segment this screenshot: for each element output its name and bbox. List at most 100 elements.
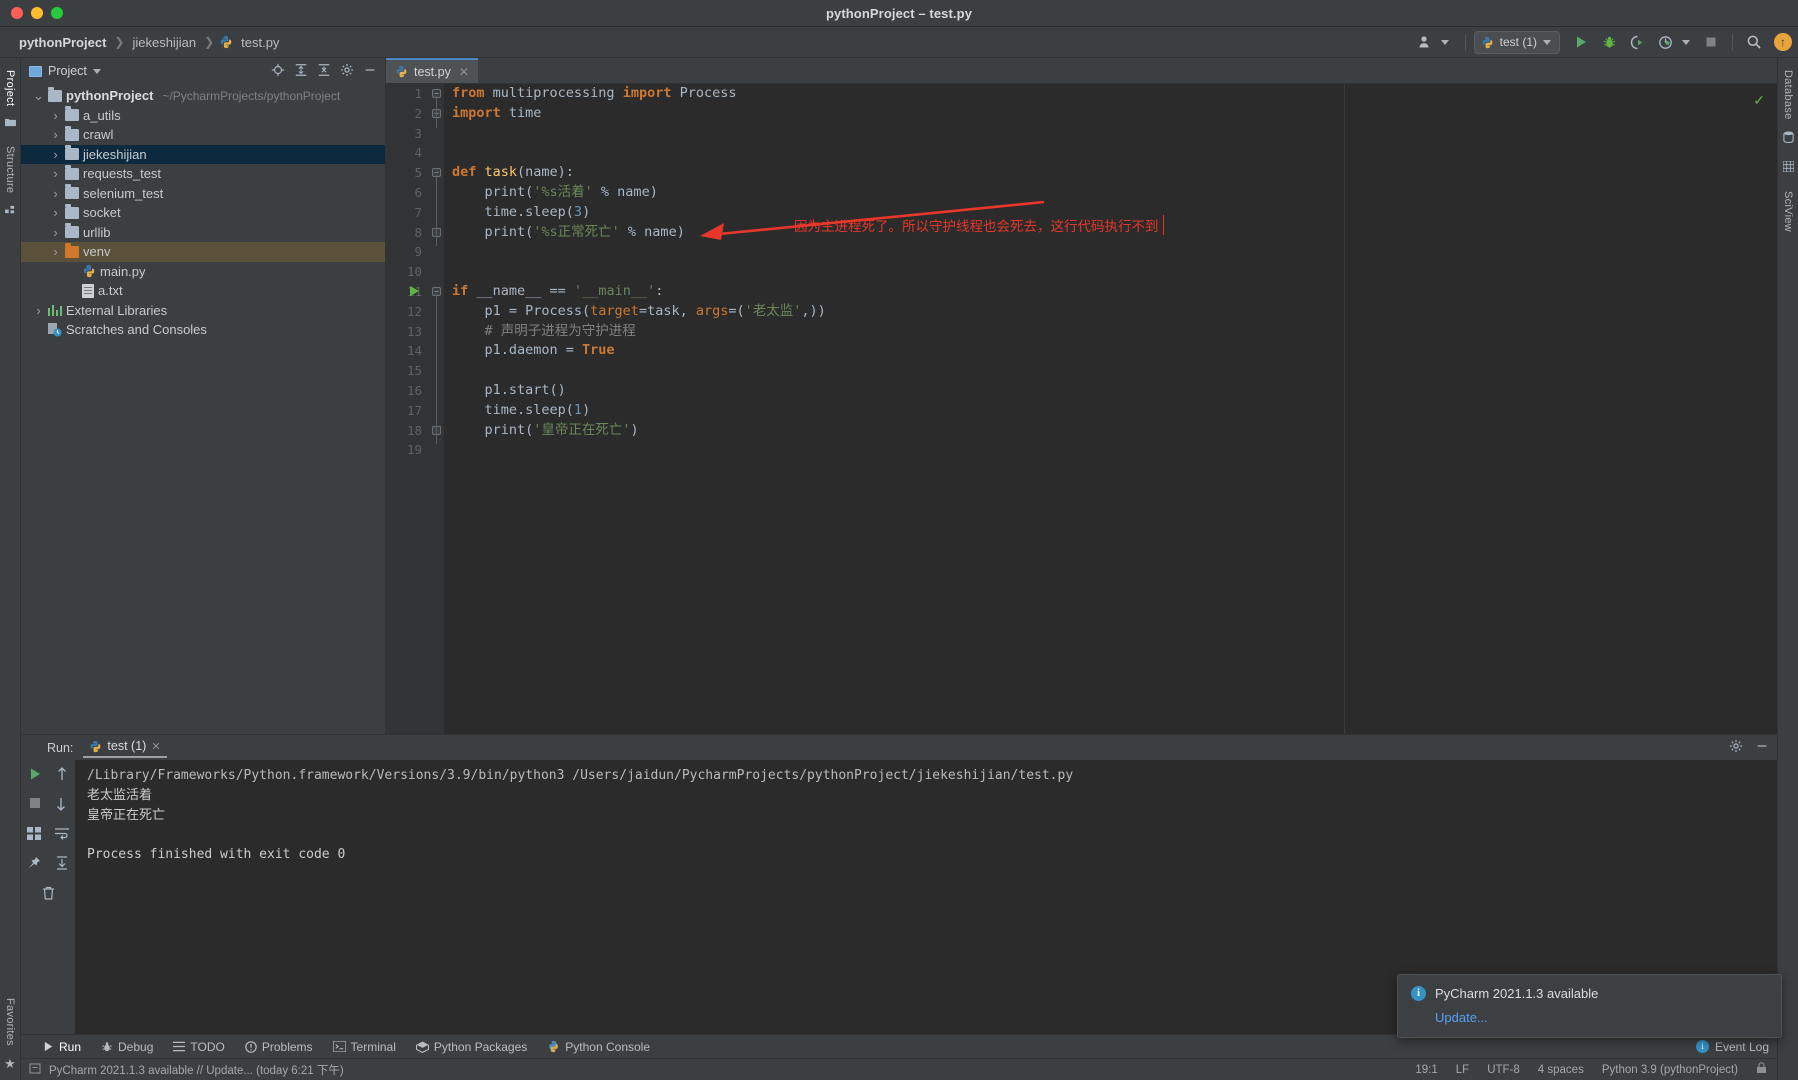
bottom-tab-python-console[interactable]: Python Console bbox=[547, 1040, 650, 1054]
status-caret-position[interactable]: 19:1 bbox=[1415, 1064, 1437, 1076]
hide-panel-icon[interactable] bbox=[363, 63, 377, 79]
bottom-tab-python-packages[interactable]: Python Packages bbox=[416, 1040, 527, 1054]
breadcrumb-project[interactable]: pythonProject bbox=[16, 34, 109, 51]
run-with-coverage-icon[interactable] bbox=[1624, 30, 1650, 54]
code-line[interactable] bbox=[452, 124, 1777, 144]
rail-tab-project[interactable]: Project bbox=[2, 64, 18, 112]
tree-item-venv[interactable]: ›venv bbox=[21, 242, 385, 262]
code-line[interactable]: time.sleep(1) bbox=[452, 401, 1777, 421]
scroll-to-end-icon[interactable] bbox=[55, 856, 69, 872]
locate-icon[interactable] bbox=[271, 63, 285, 79]
chevron-right-icon[interactable]: › bbox=[50, 186, 61, 201]
debug-icon[interactable] bbox=[1596, 30, 1622, 54]
stop-icon[interactable] bbox=[1698, 30, 1724, 54]
status-encoding[interactable]: UTF-8 bbox=[1487, 1064, 1520, 1076]
tree-item-urllib[interactable]: ›urllib bbox=[21, 223, 385, 243]
tab-test-py[interactable]: test.py ✕ bbox=[386, 58, 478, 83]
code-line[interactable]: from multiprocessing import Process bbox=[452, 84, 1777, 104]
rail-tab-favorites[interactable]: Favorites bbox=[2, 992, 18, 1052]
rail-tab-sciview[interactable]: SciView bbox=[1780, 185, 1796, 238]
user-menu-chevron-down-icon[interactable] bbox=[1441, 40, 1449, 45]
tree-item-crawl[interactable]: ›crawl bbox=[21, 125, 385, 145]
editor-viewport[interactable]: 1−2−345−67891011−1213141516171819 from m… bbox=[386, 84, 1777, 734]
tree-item-scratches-and-consoles[interactable]: ›Scratches and Consoles bbox=[21, 320, 385, 340]
bottom-tab-problems[interactable]: Problems bbox=[245, 1040, 313, 1054]
breadcrumb-file[interactable]: test.py bbox=[238, 34, 282, 51]
code-line[interactable] bbox=[452, 361, 1777, 381]
editor-code[interactable]: from multiprocessing import Processimpor… bbox=[444, 84, 1777, 734]
gutter-run-icon[interactable] bbox=[410, 286, 419, 296]
window-controls[interactable] bbox=[0, 7, 63, 19]
gear-icon[interactable] bbox=[340, 63, 354, 79]
code-line[interactable] bbox=[452, 242, 1777, 262]
run-configuration-selector[interactable]: test (1) bbox=[1474, 31, 1560, 54]
status-indent[interactable]: 4 spaces bbox=[1538, 1064, 1584, 1076]
expand-all-icon[interactable] bbox=[294, 63, 308, 79]
user-icon[interactable] bbox=[1413, 30, 1439, 54]
tree-item-a-txt[interactable]: ›a.txt bbox=[21, 281, 385, 301]
bottom-tab-run[interactable]: Run bbox=[43, 1040, 81, 1054]
code-line[interactable]: print('%s活着' % name) bbox=[452, 183, 1777, 203]
trash-icon[interactable] bbox=[42, 886, 55, 902]
update-badge-icon[interactable]: ↑ bbox=[1774, 33, 1792, 51]
rerun-icon[interactable] bbox=[28, 767, 42, 783]
chevron-right-icon[interactable]: › bbox=[50, 244, 61, 259]
profile-icon[interactable] bbox=[1652, 30, 1678, 54]
rail-tab-database[interactable]: Database bbox=[1780, 64, 1796, 126]
rail-tab-structure[interactable]: Structure bbox=[2, 140, 18, 199]
run-tab-test[interactable]: test (1) ✕ bbox=[83, 737, 166, 758]
tree-item-requests-test[interactable]: ›requests_test bbox=[21, 164, 385, 184]
tree-item-socket[interactable]: ›socket bbox=[21, 203, 385, 223]
run-configuration-chevron-down-icon[interactable] bbox=[1543, 40, 1551, 45]
code-line[interactable] bbox=[452, 440, 1777, 460]
event-log-button[interactable]: iEvent Log bbox=[1696, 1040, 1769, 1054]
chevron-right-icon[interactable]: › bbox=[50, 108, 61, 123]
inspection-status-icon[interactable]: ✓ bbox=[1753, 92, 1765, 109]
stop-icon[interactable] bbox=[29, 797, 41, 813]
chevron-right-icon[interactable]: › bbox=[50, 225, 61, 240]
hide-panel-icon[interactable] bbox=[1755, 739, 1769, 756]
scroll-up-icon[interactable] bbox=[56, 767, 68, 783]
chevron-down-icon[interactable]: ⌄ bbox=[33, 91, 44, 100]
dump-threads-icon[interactable] bbox=[27, 827, 41, 842]
soft-wrap-icon[interactable] bbox=[55, 827, 69, 842]
run-icon[interactable] bbox=[1568, 30, 1594, 54]
status-lock-icon-right[interactable] bbox=[1756, 1062, 1767, 1077]
chevron-right-icon[interactable]: › bbox=[50, 127, 61, 142]
close-icon[interactable]: ✕ bbox=[151, 740, 160, 753]
tree-item-external-libraries[interactable]: ›External Libraries bbox=[21, 301, 385, 321]
project-view-chevron-down-icon[interactable] bbox=[93, 69, 101, 74]
tree-item-selenium-test[interactable]: ›selenium_test bbox=[21, 184, 385, 204]
search-icon[interactable] bbox=[1741, 30, 1767, 54]
maximize-window-button[interactable] bbox=[51, 7, 63, 19]
editor-gutter[interactable]: 1−2−345−67891011−1213141516171819 bbox=[386, 84, 444, 734]
status-interpreter[interactable]: Python 3.9 (pythonProject) bbox=[1602, 1064, 1738, 1076]
close-window-button[interactable] bbox=[11, 7, 23, 19]
close-icon[interactable]: ✕ bbox=[459, 65, 469, 79]
code-line[interactable]: # 声明子进程为守护进程 bbox=[452, 322, 1777, 342]
pin-icon[interactable] bbox=[27, 856, 41, 872]
code-line[interactable]: def task(name): bbox=[452, 163, 1777, 183]
chevron-right-icon[interactable]: › bbox=[33, 303, 44, 318]
status-message[interactable]: PyCharm 2021.1.3 available // Update... … bbox=[49, 1062, 344, 1078]
code-line[interactable] bbox=[452, 143, 1777, 163]
notification-update-link[interactable]: Update... bbox=[1435, 1010, 1768, 1025]
tree-item-a-utils[interactable]: ›a_utils bbox=[21, 106, 385, 126]
code-line[interactable]: p1.daemon = True bbox=[452, 341, 1777, 361]
scroll-down-icon[interactable] bbox=[55, 797, 67, 813]
bottom-tab-terminal[interactable]: Terminal bbox=[333, 1040, 396, 1054]
project-tree[interactable]: ⌄pythonProject~/PycharmProjects/pythonPr… bbox=[21, 84, 385, 734]
minimize-window-button[interactable] bbox=[31, 7, 43, 19]
gear-icon[interactable] bbox=[1729, 739, 1743, 756]
chevron-right-icon[interactable]: › bbox=[50, 166, 61, 181]
collapse-all-icon[interactable] bbox=[317, 63, 331, 79]
breadcrumb-folder[interactable]: jiekeshijian bbox=[129, 34, 199, 51]
code-line[interactable]: print('皇帝正在死亡') bbox=[452, 421, 1777, 441]
tree-item-main-py[interactable]: ›main.py bbox=[21, 262, 385, 282]
status-line-separator[interactable]: LF bbox=[1456, 1064, 1469, 1076]
bottom-tab-debug[interactable]: Debug bbox=[101, 1040, 153, 1054]
code-line[interactable]: p1.start() bbox=[452, 381, 1777, 401]
chevron-right-icon[interactable]: › bbox=[50, 205, 61, 220]
bottom-tab-todo[interactable]: TODO bbox=[173, 1040, 224, 1054]
profile-chevron-down-icon[interactable] bbox=[1682, 40, 1690, 45]
